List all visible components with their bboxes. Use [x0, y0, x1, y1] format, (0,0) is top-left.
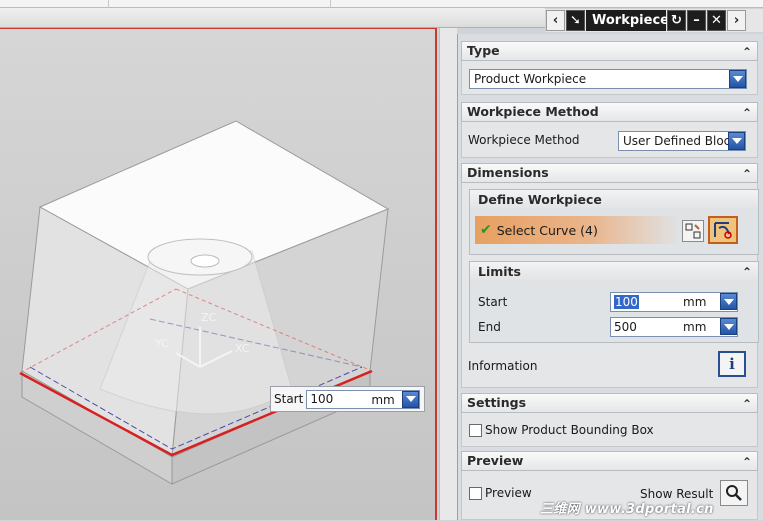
define-workpiece-group: Define Workpiece ✔ Select Curve (4)	[469, 189, 759, 255]
type-section-body: Product Workpiece	[461, 61, 758, 95]
checkmark-icon: ✔	[480, 222, 492, 238]
chevron-down-icon[interactable]	[720, 293, 737, 310]
chevron-down-icon[interactable]	[729, 70, 746, 88]
preview-section-header[interactable]: Preview ⌃	[461, 451, 758, 471]
preview-header-label: Preview	[467, 453, 524, 468]
type-dropdown-value: Product Workpiece	[474, 72, 587, 86]
panel-gutter	[439, 28, 457, 520]
chevron-down-icon[interactable]	[402, 390, 420, 408]
information-icon[interactable]: i	[718, 351, 746, 377]
end-label: End	[478, 320, 501, 334]
back-icon[interactable]: ‹	[546, 10, 565, 31]
settings-header-label: Settings	[467, 395, 527, 410]
select-curve-row[interactable]: ✔ Select Curve (4)	[475, 216, 679, 244]
type-dropdown[interactable]: Product Workpiece	[469, 69, 747, 89]
collapse-icon[interactable]: ⌃	[742, 262, 752, 282]
start-value: 100	[614, 295, 639, 309]
limits-label: Limits	[478, 264, 521, 279]
next-icon[interactable]: ›	[727, 10, 746, 31]
menu-strip	[0, 0, 763, 8]
method-section-header[interactable]: Workpiece Method ⌃	[461, 102, 758, 122]
chevron-down-icon[interactable]	[728, 132, 745, 150]
end-value: 500	[614, 320, 637, 334]
collapse-icon[interactable]: ⌃	[742, 395, 752, 413]
magnifier-icon[interactable]	[720, 480, 748, 506]
show-bounding-box-label: Show Product Bounding Box	[485, 423, 654, 437]
method-label: Workpiece Method	[468, 133, 580, 147]
type-header-label: Type	[467, 43, 500, 58]
arrow-icon[interactable]: ➘	[566, 10, 585, 31]
method-header-label: Workpiece Method	[467, 104, 599, 119]
end-unit: mm	[683, 320, 707, 334]
checkbox-icon[interactable]	[469, 486, 482, 500]
workpiece-block-drawing: ZC YC XC	[19, 120, 390, 485]
graphics-viewport[interactable]: ZC YC XC	[0, 28, 437, 520]
start-dynamic-label: Start	[274, 392, 304, 406]
define-workpiece-label: Define Workpiece	[478, 192, 602, 207]
method-section-body: Workpiece Method User Defined Block	[461, 122, 758, 158]
dialog-titlebar: ‹ ➘ Workpiece ↻ – ✕ ›	[546, 9, 763, 32]
method-dropdown-value: User Defined Block	[623, 134, 738, 148]
checkbox-icon[interactable]	[469, 423, 482, 437]
toolbar-strip	[0, 8, 545, 28]
collapse-icon[interactable]: ⌃	[742, 453, 752, 471]
select-curve-icon[interactable]	[708, 216, 738, 244]
collapse-icon[interactable]: ⌃	[742, 165, 752, 183]
collapse-icon[interactable]: ⌃	[742, 43, 752, 61]
watermark: 三维网 www.3dportal.cn	[540, 502, 714, 517]
end-input[interactable]: 500 mm	[610, 317, 738, 337]
axis-label-yc: YC	[154, 337, 169, 350]
preview-checkbox[interactable]: Preview	[469, 486, 532, 500]
show-bounding-box-checkbox[interactable]: Show Product Bounding Box	[469, 423, 654, 437]
information-label: Information	[468, 359, 538, 373]
define-workpiece-header[interactable]: Define Workpiece	[470, 190, 758, 210]
axis-label-xc: XC	[235, 342, 250, 355]
dimensions-header-label: Dimensions	[467, 165, 549, 180]
start-input[interactable]: 100 mm	[610, 292, 738, 312]
dialog-title: Workpiece	[586, 10, 669, 31]
start-dynamic-field[interactable]: 100 mm	[306, 389, 421, 409]
preview-label: Preview	[485, 486, 532, 500]
settings-section-body: Show Product Bounding Box	[461, 413, 758, 447]
limits-group: Limits ⌃ Start 100 mm End 500 mm	[469, 261, 759, 343]
axis-label-zc: ZC	[201, 311, 217, 324]
start-dynamic-input: Start 100 mm	[270, 386, 425, 412]
start-dynamic-unit: mm	[371, 392, 395, 407]
select-curve-label: Select Curve (4)	[496, 222, 598, 238]
workpiece-dialog-panel: Type ⌃ Product Workpiece Workpiece Metho…	[457, 34, 763, 520]
curve-rule-icon[interactable]	[682, 220, 704, 242]
start-dynamic-value: 100	[310, 392, 334, 406]
start-label: Start	[478, 295, 508, 309]
dimensions-section-body: Define Workpiece ✔ Select Curve (4) Limi…	[461, 183, 759, 388]
type-section-header[interactable]: Type ⌃	[461, 41, 758, 61]
collapse-icon[interactable]: ⌃	[742, 104, 752, 122]
method-dropdown[interactable]: User Defined Block	[618, 131, 746, 151]
close-icon[interactable]: ✕	[707, 10, 726, 31]
dimensions-section-header[interactable]: Dimensions ⌃	[461, 163, 758, 183]
chevron-down-icon[interactable]	[720, 318, 737, 335]
settings-section-header[interactable]: Settings ⌃	[461, 393, 758, 413]
minimize-icon[interactable]: –	[687, 10, 706, 31]
limits-header[interactable]: Limits ⌃	[470, 262, 758, 282]
reset-icon[interactable]: ↻	[667, 10, 686, 31]
start-unit: mm	[683, 295, 707, 309]
